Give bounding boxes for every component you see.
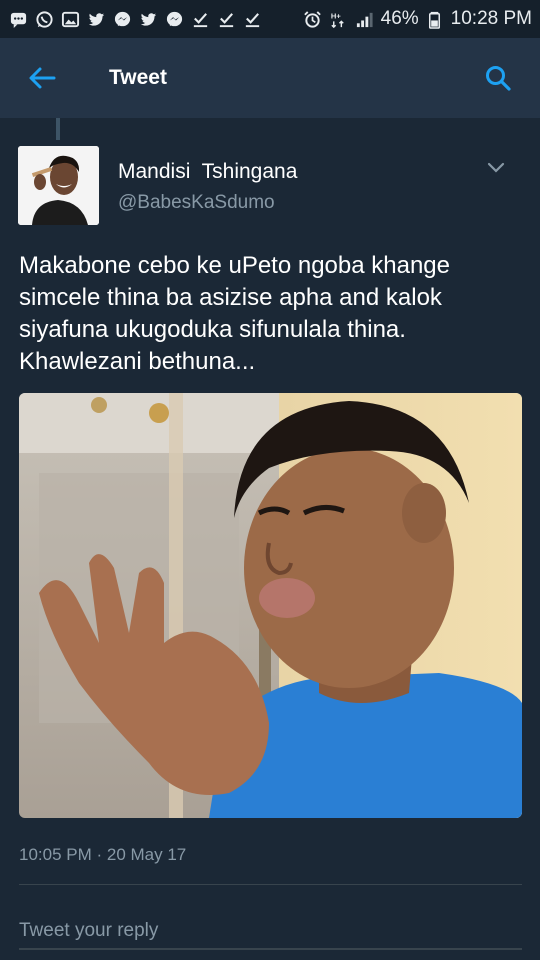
whatsapp-icon — [34, 9, 54, 29]
thread-connector-line — [56, 118, 60, 140]
tweet-text-line: Makabone cebo ke uPeto ngoba khange — [19, 252, 451, 279]
twitter-icon — [86, 9, 106, 29]
tweet-options-button[interactable] — [482, 156, 510, 180]
tweet-timestamp: 10:05 PM · 20 May 17 — [19, 845, 187, 864]
author-display-name[interactable]: Mandisi Tshingana — [118, 160, 297, 184]
battery-percentage: 46% — [380, 8, 419, 29]
back-button[interactable] — [17, 53, 67, 103]
chat-icon — [8, 9, 28, 29]
chevron-down-icon — [487, 162, 505, 173]
signal-icon — [355, 9, 375, 29]
download-done-icon — [216, 9, 236, 29]
reply-bar — [0, 900, 540, 960]
svg-text:H+: H+ — [331, 11, 341, 20]
author-handle[interactable]: @BabesKaSdumo — [118, 192, 275, 214]
reply-input[interactable] — [19, 914, 522, 950]
messenger-icon — [112, 9, 132, 29]
twitter-icon — [138, 9, 158, 29]
arrow-left-icon — [29, 67, 56, 89]
avatar[interactable] — [18, 146, 99, 225]
tweet-text-line: simcele thina ba asizise apha and kalok — [19, 284, 442, 311]
page-title: Tweet — [109, 66, 167, 89]
app-bar: Tweet — [0, 38, 540, 118]
divider — [19, 884, 522, 885]
search-button[interactable] — [476, 56, 520, 100]
tweet-text-line: siyafuna ukugoduka sifunulala thina. — [19, 316, 406, 343]
status-bar: H+ 46% 10:28 PM — [0, 0, 540, 38]
tweet-text: Makabone cebo ke uPeto ngoba khange simc… — [19, 250, 524, 378]
system-status: H+ 46% 10:28 PM — [303, 8, 532, 30]
tweet-text-line: Khawlezani bethuna... — [19, 348, 256, 375]
tweet-photo[interactable] — [19, 393, 522, 818]
download-done-icon — [242, 9, 262, 29]
download-done-icon — [190, 9, 210, 29]
notification-icons — [8, 9, 262, 29]
search-icon — [486, 66, 511, 91]
network-hplus-icon: H+ — [329, 9, 349, 29]
alarm-icon — [303, 9, 323, 29]
messenger-icon — [164, 9, 184, 29]
clock: 10:28 PM — [450, 8, 532, 29]
battery-icon — [425, 9, 445, 29]
gallery-icon — [60, 9, 80, 29]
